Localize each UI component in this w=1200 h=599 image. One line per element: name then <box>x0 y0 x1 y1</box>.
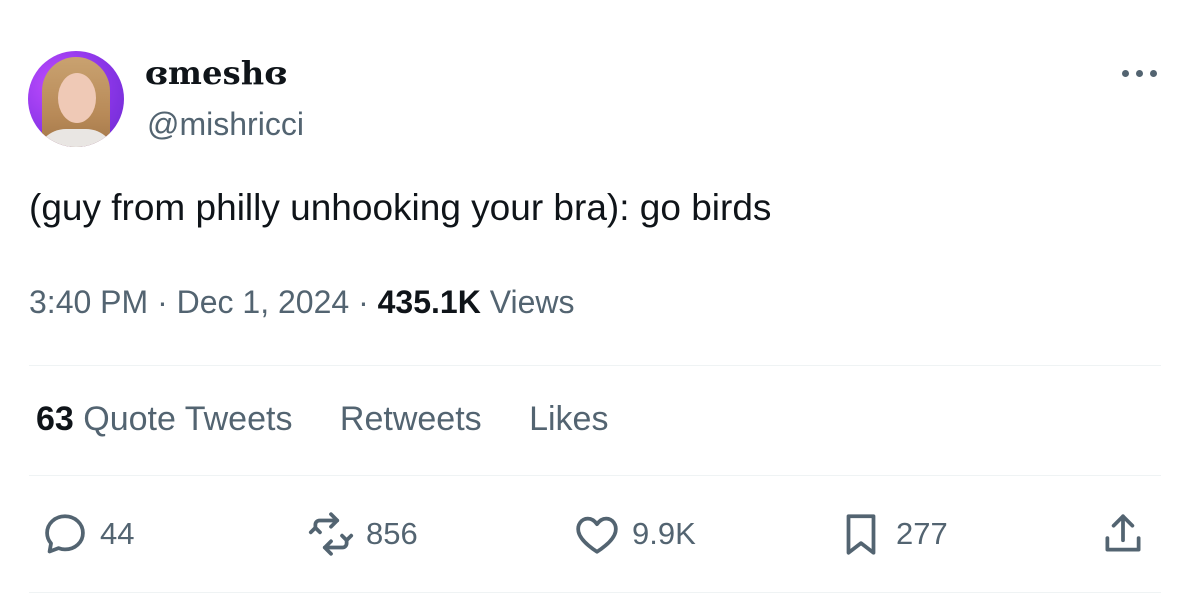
likes-link[interactable]: Likes <box>529 400 608 439</box>
tweet-meta: 3:40 PM · Dec 1, 2024 · 435.1K Views <box>29 284 574 321</box>
quote-label: Quote Tweets <box>83 400 293 438</box>
tweet-text: (guy from philly unhooking your bra): go… <box>29 187 772 228</box>
bookmark-button[interactable]: 277 <box>836 506 948 562</box>
tweet-card: ɞmeshɞ @mishricci (guy from philly unhoo… <box>0 0 1200 599</box>
engagement-stats: 63 Quote Tweets Retweets Likes <box>36 400 646 439</box>
retweet-icon <box>308 512 354 556</box>
avatar-face <box>58 73 96 123</box>
meta-separator: · <box>358 284 369 320</box>
quote-tweets-link[interactable]: 63 Quote Tweets <box>36 400 292 439</box>
retweet-button[interactable]: 856 <box>306 506 418 562</box>
reply-count: 44 <box>100 516 135 551</box>
avatar[interactable] <box>28 51 124 147</box>
divider <box>29 475 1161 476</box>
views-count: 435.1K <box>377 284 481 320</box>
like-button[interactable]: 9.9K <box>572 506 696 562</box>
like-count: 9.9K <box>632 516 696 551</box>
tweet-time[interactable]: 3:40 PM <box>29 284 148 320</box>
divider <box>29 365 1161 366</box>
display-name[interactable]: ɞmeshɞ <box>145 54 287 92</box>
like-icon <box>576 516 618 554</box>
reply-button[interactable]: 44 <box>40 506 134 562</box>
bookmark-count: 277 <box>896 516 948 551</box>
bookmark-icon <box>846 514 876 555</box>
reply-icon <box>45 514 85 554</box>
retweets-link[interactable]: Retweets <box>340 400 482 439</box>
more-icon[interactable] <box>1118 58 1162 88</box>
user-handle[interactable]: @mishricci <box>147 106 304 143</box>
share-icon <box>1105 514 1141 552</box>
divider <box>29 592 1161 593</box>
meta-separator: · <box>157 284 168 320</box>
views-label: Views <box>489 284 575 320</box>
retweet-count: 856 <box>366 516 418 551</box>
quote-count: 63 <box>36 400 74 438</box>
tweet-date[interactable]: Dec 1, 2024 <box>177 284 350 320</box>
share-button[interactable] <box>1098 506 1148 562</box>
